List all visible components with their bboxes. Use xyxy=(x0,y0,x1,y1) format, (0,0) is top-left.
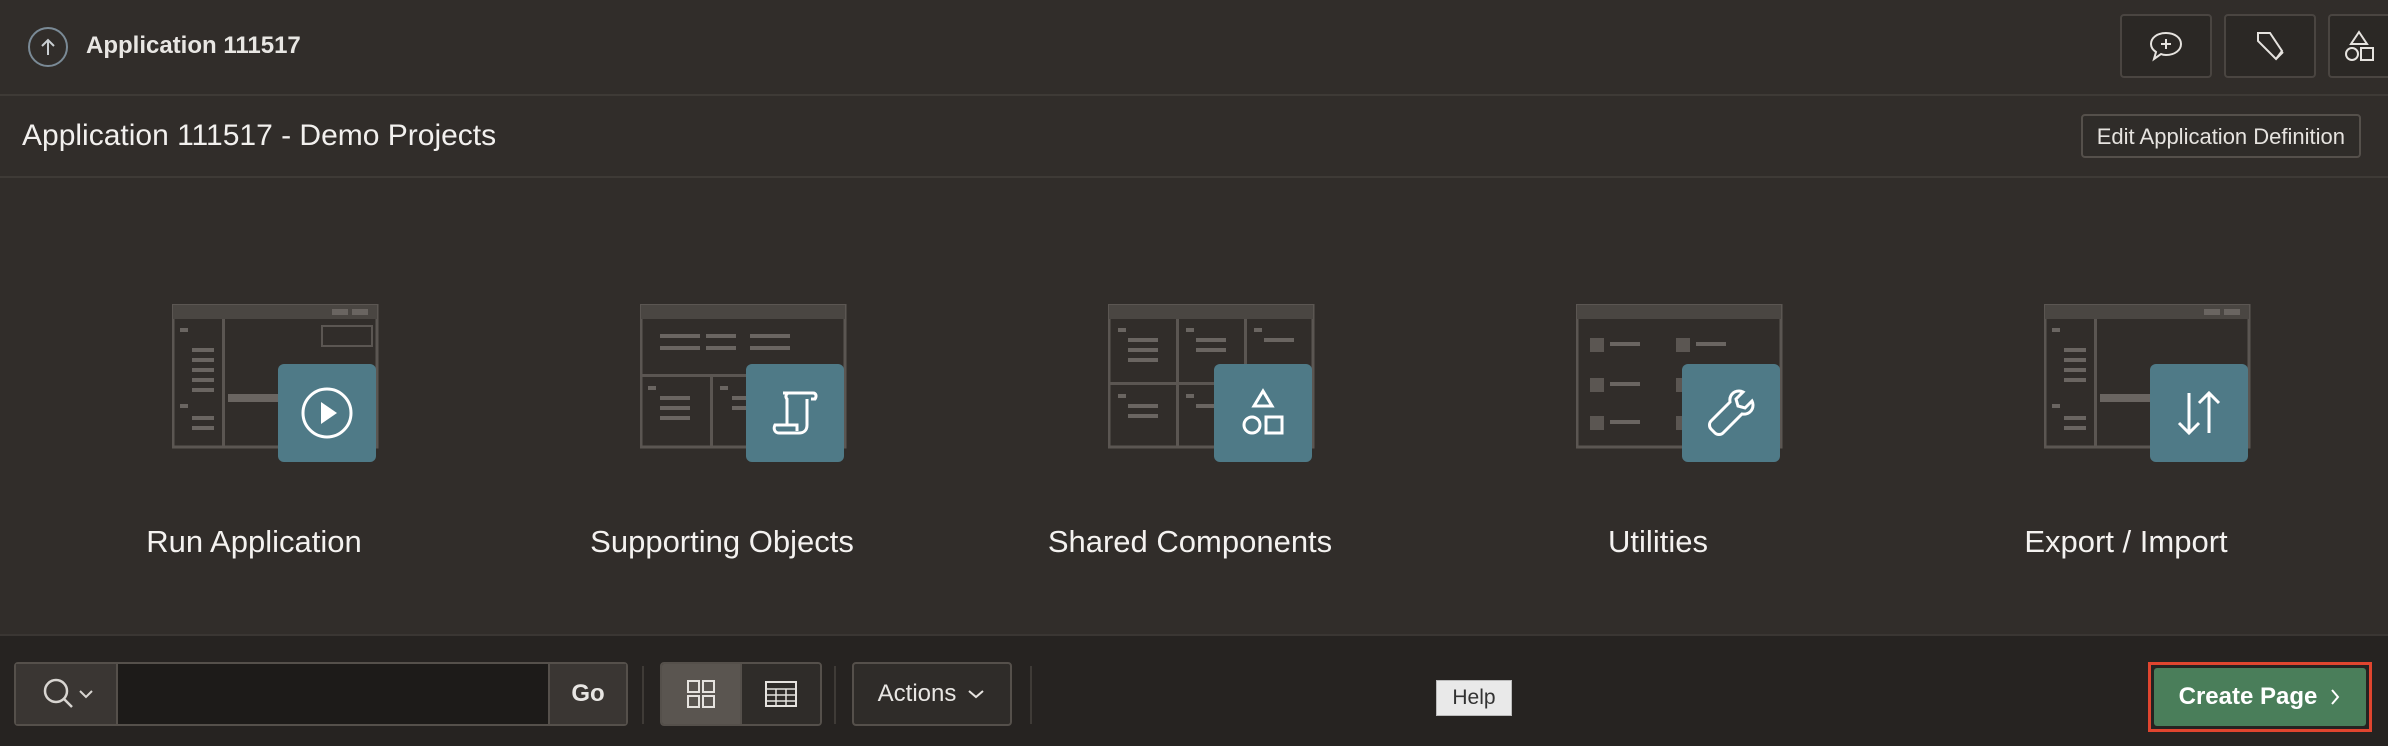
create-page-highlight: Create Page xyxy=(2148,662,2372,732)
shared-components-button[interactable] xyxy=(2328,14,2388,78)
shared-components-icon xyxy=(2345,30,2374,61)
run-application-tile xyxy=(278,364,376,462)
report-view-button[interactable] xyxy=(740,664,820,724)
application-breadcrumb[interactable]: Application 111517 xyxy=(86,28,301,64)
create-page-label: Create Page xyxy=(2178,683,2318,710)
run-application-card[interactable]: Run Application xyxy=(20,180,488,630)
icons-view-button[interactable] xyxy=(662,664,740,724)
utilities-tile xyxy=(1682,364,1780,462)
wrench-icon xyxy=(1708,389,1755,436)
chevron-down-icon xyxy=(968,690,984,699)
navigate-up-button[interactable] xyxy=(28,27,68,67)
grid-icon xyxy=(687,680,715,708)
search-icon xyxy=(43,678,93,708)
edit-application-definition-button[interactable]: Edit Application Definition xyxy=(2080,114,2361,158)
supporting-objects-tile xyxy=(746,364,844,462)
run-application-label[interactable]: Run Application xyxy=(20,522,488,562)
developer-tools-button[interactable] xyxy=(2224,14,2316,78)
search-input[interactable] xyxy=(118,664,548,724)
feedback-button[interactable] xyxy=(2120,14,2212,78)
search-type-dropdown[interactable] xyxy=(16,664,118,724)
search-bar: Go xyxy=(14,662,628,726)
arrow-up-icon xyxy=(41,38,55,55)
shared-components-label[interactable]: Shared Components xyxy=(956,522,1424,562)
shared-components-tile xyxy=(1214,364,1312,462)
utilities-label[interactable]: Utilities xyxy=(1424,522,1892,562)
scroll-icon xyxy=(772,391,818,435)
page-title: Application 111517 - Demo Projects xyxy=(22,119,497,152)
chevron-right-icon xyxy=(2331,689,2340,705)
page-header: Application 111517 - Demo Projects Edit … xyxy=(0,96,2388,178)
toolbar-divider xyxy=(642,666,644,724)
toolbar-divider xyxy=(1030,666,1032,724)
view-mode-toggle xyxy=(660,662,822,726)
toolbar-divider xyxy=(834,666,836,724)
arrows-updown-icon xyxy=(2177,390,2221,436)
developer-tools-icon xyxy=(2257,32,2284,61)
actions-menu-button[interactable]: Actions xyxy=(852,662,1012,726)
shapes-icon xyxy=(1242,388,1284,435)
application-home-cards: Run Application Supporting Objects Share… xyxy=(0,180,2388,630)
top-tools xyxy=(2108,14,2388,78)
feedback-icon xyxy=(2149,31,2183,62)
utilities-card[interactable]: Utilities xyxy=(1424,180,1892,630)
bottom-toolbar: Go Actions Help Create Page xyxy=(0,634,2388,746)
create-page-button[interactable]: Create Page xyxy=(2154,668,2366,726)
export-import-card[interactable]: Export / Import xyxy=(1892,180,2360,630)
actions-label: Actions xyxy=(877,680,957,707)
supporting-objects-card[interactable]: Supporting Objects xyxy=(488,180,956,630)
supporting-objects-label[interactable]: Supporting Objects xyxy=(488,522,956,562)
go-button[interactable]: Go xyxy=(548,664,626,724)
shared-components-card[interactable]: Shared Components xyxy=(956,180,1424,630)
help-tooltip: Help xyxy=(1436,680,1512,716)
top-navigation-bar: Application 111517 xyxy=(0,0,2388,96)
table-icon xyxy=(765,681,797,707)
export-import-tile xyxy=(2150,364,2248,462)
play-icon xyxy=(301,387,353,439)
export-import-label[interactable]: Export / Import xyxy=(1892,522,2360,562)
